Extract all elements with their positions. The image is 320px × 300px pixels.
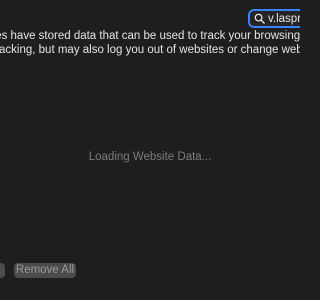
- website-data-window: tes have stored data that can be used to…: [0, 0, 300, 300]
- loading-status: Loading Website Data...: [88, 151, 212, 163]
- remove-all-button[interactable]: Remove All: [14, 263, 76, 278]
- description-text: tes have stored data that can be used to…: [0, 29, 300, 57]
- search-input[interactable]: [268, 11, 300, 26]
- description-line-2: tracking, but may also log you out of we…: [0, 44, 300, 56]
- search-icon: [254, 13, 265, 24]
- description-line-1: tes have stored data that can be used to…: [0, 30, 300, 42]
- remove-button[interactable]: [0, 263, 5, 278]
- search-field[interactable]: [248, 9, 300, 28]
